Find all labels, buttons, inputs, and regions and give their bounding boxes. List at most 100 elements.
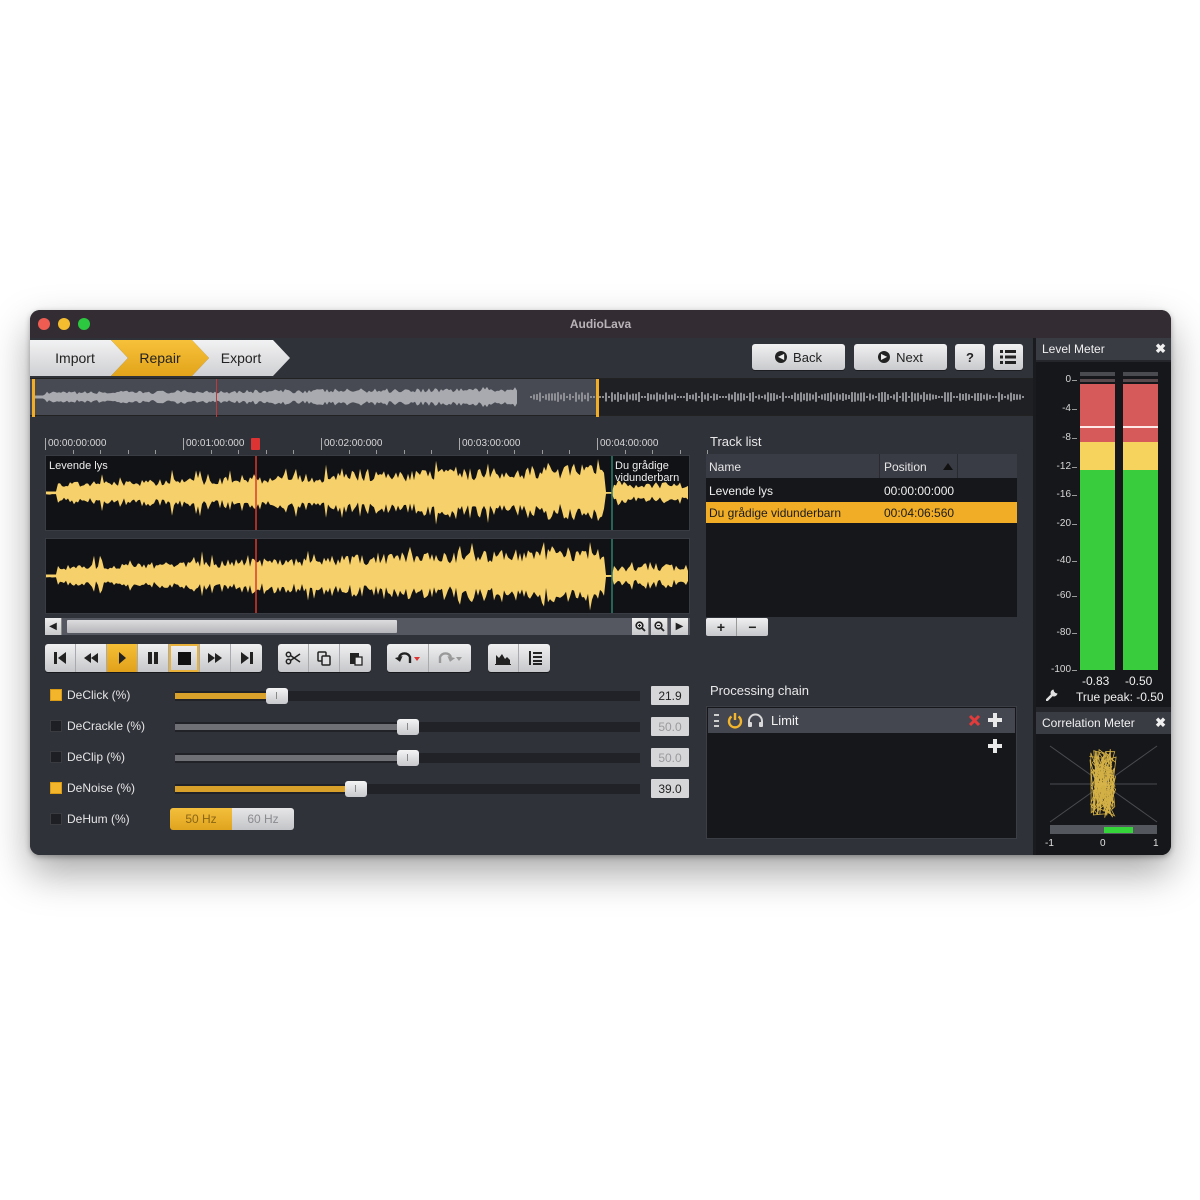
slider-thumb[interactable] [345, 781, 367, 797]
timeline-scrollbar[interactable]: ◀ ▶ [45, 618, 690, 635]
wrench-icon[interactable] [1046, 687, 1060, 701]
drag-handle-icon[interactable] [714, 714, 719, 727]
correlation-meter-title: Correlation Meter [1042, 716, 1135, 730]
close-level-meter-icon[interactable]: ✖ [1155, 341, 1166, 357]
redo-button[interactable] [429, 644, 471, 672]
slider-thumb[interactable] [397, 750, 419, 766]
add-effect-after-icon[interactable] [988, 713, 1002, 727]
remove-effect-icon[interactable] [968, 714, 981, 727]
back-button[interactable]: ◀ Back [752, 344, 845, 370]
go-to-end-button[interactable] [231, 644, 262, 672]
play-button[interactable] [107, 644, 138, 672]
column-name[interactable]: Name [709, 460, 741, 474]
add-track-button[interactable]: + [706, 618, 737, 636]
slider-thumb[interactable] [397, 719, 419, 735]
chain-item-limit[interactable]: Limit [708, 708, 1015, 733]
track-list-row-selected[interactable]: Du grådige vidunderbarn 00:04:06:560 [706, 502, 1017, 523]
timeline-minor-tick [127, 450, 129, 454]
edit-controls [278, 644, 371, 672]
filter-slider[interactable] [175, 781, 640, 797]
filter-enable-checkbox[interactable] [50, 751, 62, 763]
pause-button[interactable] [138, 644, 169, 672]
overview-waveform-bar [863, 392, 865, 402]
overview-waveform-bar [956, 396, 958, 398]
overview-waveform-bar [896, 392, 898, 402]
copy-button[interactable] [309, 644, 340, 672]
spectrum-view-button[interactable] [488, 644, 519, 672]
copy-icon [317, 650, 331, 666]
list-view-button[interactable] [519, 644, 550, 672]
filter-value-field[interactable]: 50.0 [651, 748, 689, 767]
cut-button[interactable] [278, 644, 309, 672]
help-button[interactable]: ? [955, 344, 985, 370]
close-correlation-meter-icon[interactable]: ✖ [1155, 715, 1166, 731]
overview-waveform[interactable] [30, 378, 1033, 417]
overview-waveform-bar [782, 392, 784, 402]
overview-waveform-bar [683, 396, 685, 398]
waveform-channel-right[interactable] [45, 538, 690, 614]
overview-waveform-bar [584, 394, 586, 400]
overview-waveform-bar [1004, 396, 1006, 398]
overview-waveform-bar [758, 394, 760, 400]
overview-waveform-bar [794, 392, 796, 402]
skip-end-icon [240, 652, 253, 664]
peak-hold-indicator [1080, 372, 1115, 376]
filter-value-field[interactable]: 21.9 [651, 686, 689, 705]
filter-enable-checkbox[interactable] [50, 720, 62, 732]
maximize-window-button[interactable] [78, 318, 90, 330]
filter-value-field[interactable]: 50.0 [651, 717, 689, 736]
paste-button[interactable] [340, 644, 371, 672]
remove-track-button[interactable]: − [737, 618, 768, 636]
add-effect-icon[interactable] [988, 739, 1002, 753]
track-list-row[interactable]: Levende lys 00:00:00:000 [706, 480, 1017, 501]
waveform-channel-left[interactable]: Levende lys Du grådige vidunderbarn [45, 455, 690, 531]
track-name: Du grådige vidunderbarn [709, 506, 842, 520]
zoom-in-icon [634, 621, 646, 632]
power-icon[interactable] [727, 712, 743, 729]
column-position[interactable]: Position [884, 460, 927, 474]
scroll-right-button[interactable]: ▶ [671, 618, 688, 635]
hum-option-60hz[interactable]: 60 Hz [232, 808, 294, 830]
slider-thumb[interactable] [266, 688, 288, 704]
overview-waveform-bar [644, 396, 646, 398]
zoom-in-button[interactable] [632, 618, 649, 635]
minimize-window-button[interactable] [58, 318, 70, 330]
headphones-icon[interactable] [747, 713, 764, 728]
tab-import[interactable]: Import [30, 340, 128, 376]
overview-waveform-bar [791, 394, 793, 400]
hum-option-50hz[interactable]: 50 Hz [170, 808, 232, 830]
overview-waveform-bar [752, 392, 754, 402]
playhead-handle[interactable] [251, 438, 260, 450]
filter-value-field[interactable]: 39.0 [651, 779, 689, 798]
close-window-button[interactable] [38, 318, 50, 330]
stop-button[interactable] [169, 644, 200, 672]
filter-slider[interactable] [175, 719, 640, 735]
overview-waveform-bar [833, 394, 835, 400]
overview-waveform-bar [593, 396, 595, 398]
filter-enable-checkbox[interactable] [50, 689, 62, 701]
undo-button[interactable] [387, 644, 429, 672]
filter-enable-checkbox[interactable] [50, 813, 62, 825]
overview-waveform-bar [599, 396, 601, 398]
filter-row: DeClip (%) 50.0 [50, 748, 690, 768]
go-to-start-button[interactable] [45, 644, 76, 672]
filter-slider[interactable] [175, 750, 640, 766]
fast-forward-button[interactable] [200, 644, 231, 672]
overview-waveform-bar [692, 394, 694, 400]
meter-yellow-zone [1123, 442, 1158, 470]
zoom-out-button[interactable] [651, 618, 668, 635]
overview-waveform-bar [602, 396, 604, 398]
scrollbar-thumb[interactable] [67, 620, 397, 633]
overview-waveform-bar [932, 394, 934, 400]
filter-slider[interactable] [175, 688, 640, 704]
timeline-ruler[interactable]: 00:00:00:000 00:01:00:000 00:02:00:000 00:0… [45, 438, 709, 456]
overview-waveform-bar [842, 393, 844, 401]
scroll-left-button[interactable]: ◀ [45, 618, 62, 635]
overview-waveform-bar [725, 396, 727, 398]
filter-enable-checkbox[interactable] [50, 782, 62, 794]
meter-scale-label: -80 [1056, 627, 1071, 638]
meter-scale-tick [1072, 495, 1077, 496]
next-button[interactable]: ▶ Next [854, 344, 947, 370]
rewind-button[interactable] [76, 644, 107, 672]
menu-list-button[interactable] [993, 344, 1023, 370]
